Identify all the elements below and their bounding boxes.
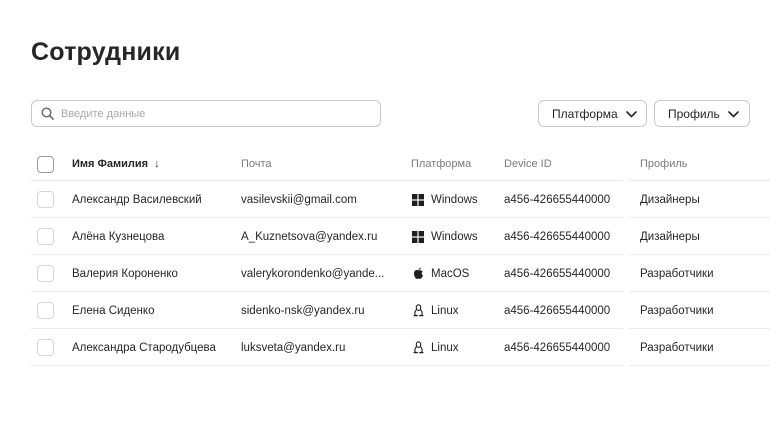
table-row[interactable]: Елена Сиденко sidenko-nsk@yandex.ru Linux a…: [31, 292, 770, 329]
search-icon: [41, 107, 54, 120]
row-checkbox[interactable]: [37, 339, 54, 356]
employee-name: Алёна Кузнецова: [72, 230, 165, 243]
windows-icon: [411, 230, 425, 243]
employee-email: A_Kuznetsova@yandex.ru: [241, 230, 378, 243]
employee-platform: Windows: [411, 181, 499, 218]
platform-filter-label: Платформа: [552, 106, 618, 121]
search-field[interactable]: [31, 100, 381, 127]
employee-name: Александр Василевский: [72, 193, 202, 206]
row-checkbox[interactable]: [37, 265, 54, 282]
chevron-down-icon: [728, 107, 739, 121]
employee-device-id: a456-426655440000: [504, 304, 611, 317]
employee-email: sidenko-nsk@yandex.ru: [241, 304, 365, 317]
employee-device-id: a456-426655440000: [504, 230, 611, 243]
table-header: Имя Фамилия ↓ Почта Платформа Device ID …: [31, 148, 770, 182]
row-checkbox[interactable]: [37, 228, 54, 245]
select-all-checkbox[interactable]: [37, 155, 54, 173]
platform-label: Linux: [431, 341, 459, 354]
profile-filter-dropdown[interactable]: Профиль: [654, 100, 750, 127]
linux-icon: [411, 341, 425, 354]
table-row[interactable]: Алёна Кузнецова A_Kuznetsova@yandex.ru Win…: [31, 218, 770, 255]
sort-arrow-icon: ↓: [154, 158, 160, 170]
apple-icon: [411, 267, 425, 280]
employee-platform: Linux: [411, 292, 499, 329]
row-checkbox[interactable]: [37, 191, 54, 208]
table-row[interactable]: Валерия Короненко valerykorondenko@yande.…: [31, 255, 770, 292]
employee-profile: Разработчики: [640, 341, 714, 354]
column-header-name-label: Имя Фамилия: [72, 158, 149, 170]
search-input[interactable]: [61, 107, 361, 120]
employee-device-id: a456-426655440000: [504, 193, 611, 206]
employee-name: Валерия Короненко: [72, 267, 178, 280]
row-checkbox[interactable]: [37, 302, 54, 319]
column-header-profile[interactable]: Профиль: [640, 148, 760, 180]
windows-icon: [411, 193, 425, 206]
employee-profile: Дизайнеры: [640, 193, 700, 206]
employee-platform: Windows: [411, 218, 499, 255]
platform-label: Windows: [431, 193, 478, 206]
platform-label: Windows: [431, 230, 478, 243]
linux-icon: [411, 304, 425, 317]
employee-name: Елена Сиденко: [72, 304, 155, 317]
employee-email: luksveta@yandex.ru: [241, 341, 346, 354]
employee-profile: Разработчики: [640, 304, 714, 317]
platform-filter-dropdown[interactable]: Платформа: [538, 100, 647, 127]
platform-label: Linux: [431, 304, 459, 317]
employee-platform: MacOS: [411, 255, 499, 292]
page-title: Сотрудники: [31, 38, 181, 66]
column-header-email[interactable]: Почта: [241, 148, 401, 180]
employees-table: Имя Фамилия ↓ Почта Платформа Device ID …: [31, 148, 770, 366]
column-header-platform[interactable]: Платформа: [411, 148, 499, 180]
employee-name: Александра Стародубцева: [72, 341, 216, 354]
table-row[interactable]: Александра Стародубцева luksveta@yandex.r…: [31, 329, 770, 366]
column-header-name[interactable]: Имя Фамилия ↓: [72, 148, 237, 180]
employee-profile: Разработчики: [640, 267, 714, 280]
platform-label: MacOS: [431, 267, 470, 280]
employee-email: valerykorondenko@yande...: [241, 267, 385, 280]
column-header-device[interactable]: Device ID: [504, 148, 624, 180]
employee-device-id: a456-426655440000: [504, 341, 611, 354]
employee-profile: Дизайнеры: [640, 230, 700, 243]
employee-platform: Linux: [411, 329, 499, 366]
employee-email: vasilevskii@gmail.com: [241, 193, 357, 206]
profile-filter-label: Профиль: [668, 106, 720, 121]
chevron-down-icon: [625, 107, 637, 121]
table-row[interactable]: Александр Василевский vasilevskii@gmail.c…: [31, 181, 770, 218]
employee-device-id: a456-426655440000: [504, 267, 611, 280]
